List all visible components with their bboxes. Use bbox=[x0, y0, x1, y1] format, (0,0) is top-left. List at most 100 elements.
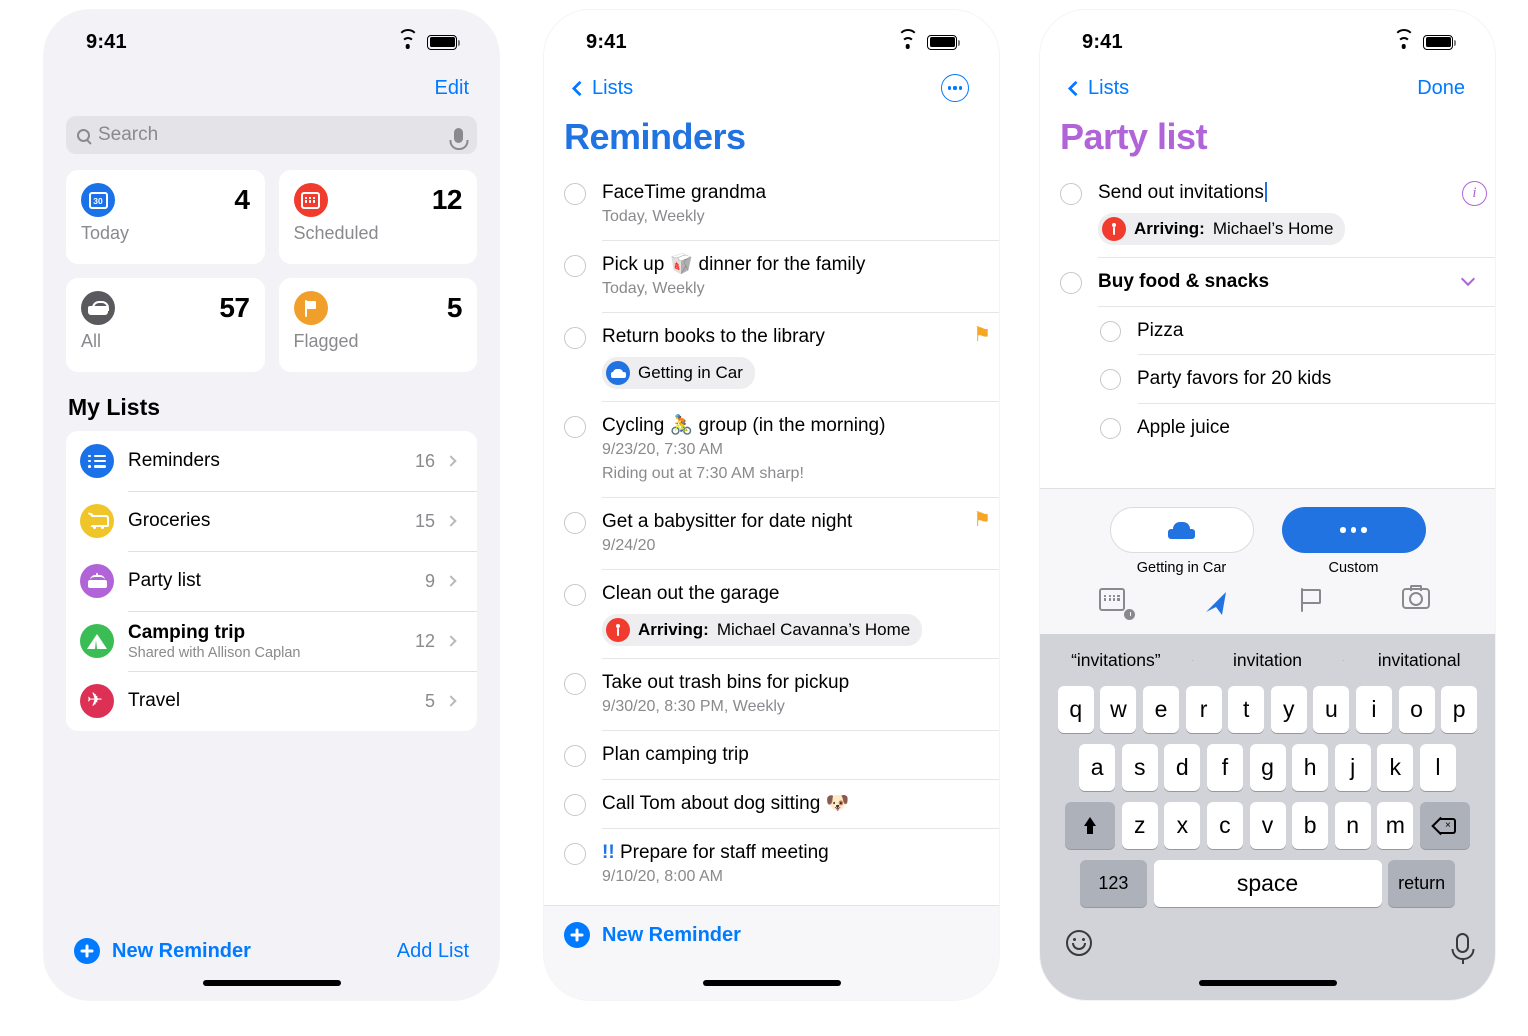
list-item-reminders[interactable]: Reminders 16 bbox=[66, 431, 477, 491]
reminder-row[interactable]: Take out trash bins for pickup 9/30/20, … bbox=[564, 658, 999, 730]
item-chip-arriving[interactable]: Arriving: Michael’s Home bbox=[1098, 213, 1346, 246]
quick-action-custom[interactable]: Custom bbox=[1281, 507, 1426, 576]
complete-checkbox[interactable] bbox=[564, 416, 586, 439]
key-q[interactable]: q bbox=[1057, 686, 1094, 733]
emoji-icon[interactable] bbox=[1066, 930, 1092, 956]
smart-list-today[interactable]: 30 4 Today bbox=[66, 170, 265, 264]
list-item-camping-trip[interactable]: Camping trip Shared with Allison Caplan … bbox=[66, 611, 477, 671]
complete-checkbox[interactable] bbox=[1100, 417, 1121, 439]
key-d[interactable]: d bbox=[1164, 744, 1201, 791]
chevron-down-icon[interactable] bbox=[1460, 270, 1487, 294]
party-item-row-group[interactable]: Buy food & snacks bbox=[1060, 257, 1495, 306]
complete-checkbox[interactable] bbox=[1060, 272, 1082, 295]
reminder-row[interactable]: Call Tom about dog sitting 🐶 bbox=[564, 778, 999, 828]
key-w[interactable]: w bbox=[1100, 686, 1137, 733]
backspace-icon[interactable]: × bbox=[1419, 802, 1470, 849]
back-to-lists-button[interactable]: Lists bbox=[1067, 77, 1129, 100]
space-key[interactable]: space bbox=[1153, 860, 1382, 907]
prediction-1[interactable]: invitation bbox=[1191, 650, 1344, 671]
reminder-row[interactable]: Clean out the garage Arriving: Michael C… bbox=[564, 568, 999, 658]
key-b[interactable]: b bbox=[1292, 802, 1329, 849]
reminder-row[interactable]: !! Prepare for staff meeting 9/10/20, 8:… bbox=[564, 827, 999, 900]
party-subitem-row[interactable]: Apple juice bbox=[1060, 402, 1495, 451]
complete-checkbox[interactable] bbox=[564, 842, 586, 865]
custom-button[interactable] bbox=[1281, 507, 1426, 553]
smart-list-flagged[interactable]: 5 Flagged bbox=[278, 278, 477, 372]
key-f[interactable]: f bbox=[1206, 744, 1243, 791]
key-z[interactable]: z bbox=[1121, 802, 1158, 849]
reminder-row[interactable]: Plan camping trip bbox=[564, 729, 999, 779]
reminder-chip-arriving[interactable]: Arriving: Michael Cavanna’s Home bbox=[602, 614, 923, 647]
reminder-chip-getting-in-car[interactable]: Getting in Car bbox=[602, 357, 755, 390]
getting-in-car-button[interactable] bbox=[1109, 507, 1254, 553]
key-j[interactable]: j bbox=[1334, 744, 1371, 791]
key-g[interactable]: g bbox=[1249, 744, 1286, 791]
key-t[interactable]: t bbox=[1228, 686, 1265, 733]
complete-checkbox[interactable] bbox=[564, 183, 586, 205]
key-n[interactable]: n bbox=[1334, 802, 1371, 849]
location-arrow-icon[interactable] bbox=[1200, 588, 1234, 618]
return-key[interactable]: return bbox=[1388, 860, 1456, 907]
complete-checkbox[interactable] bbox=[564, 583, 586, 606]
home-indicator[interactable] bbox=[1198, 980, 1337, 986]
complete-checkbox[interactable] bbox=[564, 793, 586, 816]
key-o[interactable]: o bbox=[1398, 686, 1435, 733]
complete-checkbox[interactable] bbox=[564, 673, 586, 696]
edit-button[interactable]: Edit bbox=[435, 77, 469, 100]
reminder-row[interactable]: Pick up 🥡 dinner for the family Today, W… bbox=[564, 239, 999, 312]
key-k[interactable]: k bbox=[1377, 744, 1414, 791]
microphone-icon[interactable] bbox=[1456, 933, 1469, 964]
reminder-row[interactable]: Return books to the library Getting in C… bbox=[564, 311, 999, 401]
home-indicator[interactable] bbox=[702, 980, 841, 986]
key-p[interactable]: p bbox=[1441, 686, 1478, 733]
key-h[interactable]: h bbox=[1292, 744, 1329, 791]
smart-list-all[interactable]: 57 All bbox=[66, 278, 265, 372]
search-input[interactable]: Search bbox=[66, 116, 477, 154]
new-reminder-button[interactable]: New Reminder bbox=[74, 938, 251, 964]
done-button[interactable]: Done bbox=[1417, 77, 1465, 100]
key-i[interactable]: i bbox=[1355, 686, 1392, 733]
shift-icon[interactable] bbox=[1065, 802, 1116, 849]
party-subitem-row[interactable]: Pizza bbox=[1060, 306, 1495, 354]
numbers-key[interactable]: 123 bbox=[1079, 860, 1147, 907]
prediction-0[interactable]: “invitations” bbox=[1040, 650, 1192, 671]
party-item-row-editing[interactable]: Send out invitations Arriving: Michael’s… bbox=[1060, 168, 1495, 257]
home-indicator[interactable] bbox=[202, 980, 341, 986]
ellipsis-circle-icon[interactable] bbox=[941, 74, 969, 102]
new-reminder-button[interactable]: New Reminder bbox=[564, 922, 999, 948]
complete-checkbox[interactable] bbox=[564, 744, 586, 767]
reminder-row[interactable]: Cycling 🚴 group (in the morning) 9/23/20… bbox=[564, 401, 999, 497]
info-circle-icon[interactable]: i bbox=[1462, 181, 1487, 206]
flag-outline-icon[interactable] bbox=[1300, 588, 1335, 618]
quick-action-getting-in-car[interactable]: Getting in Car bbox=[1109, 507, 1254, 576]
key-x[interactable]: x bbox=[1164, 802, 1201, 849]
key-y[interactable]: y bbox=[1270, 686, 1307, 733]
complete-checkbox[interactable] bbox=[1100, 369, 1121, 391]
back-to-lists-button[interactable]: Lists bbox=[571, 77, 633, 100]
key-u[interactable]: u bbox=[1313, 686, 1350, 733]
reminder-row[interactable]: FaceTime grandma Today, Weekly bbox=[564, 168, 999, 240]
key-a[interactable]: a bbox=[1079, 744, 1116, 791]
camera-icon[interactable] bbox=[1401, 585, 1436, 618]
party-subitem-row[interactable]: Party favors for 20 kids bbox=[1060, 354, 1495, 402]
key-s[interactable]: s bbox=[1121, 744, 1158, 791]
key-c[interactable]: c bbox=[1206, 802, 1243, 849]
key-e[interactable]: e bbox=[1143, 686, 1180, 733]
complete-checkbox[interactable] bbox=[564, 511, 586, 534]
microphone-icon[interactable] bbox=[454, 127, 463, 143]
key-r[interactable]: r bbox=[1185, 686, 1222, 733]
complete-checkbox[interactable] bbox=[564, 254, 586, 277]
prediction-2[interactable]: invitational bbox=[1343, 650, 1495, 671]
reminder-row[interactable]: Get a babysitter for date night 9/24/20 … bbox=[564, 496, 999, 569]
complete-checkbox[interactable] bbox=[1100, 321, 1121, 343]
list-item-travel[interactable]: ✈ Travel 5 bbox=[66, 671, 477, 731]
complete-checkbox[interactable] bbox=[564, 326, 586, 349]
calendar-clock-icon[interactable] bbox=[1099, 588, 1133, 618]
key-l[interactable]: l bbox=[1419, 744, 1456, 791]
smart-list-scheduled[interactable]: 12 Scheduled bbox=[278, 170, 477, 264]
complete-checkbox[interactable] bbox=[1060, 183, 1082, 205]
key-m[interactable]: m bbox=[1377, 802, 1414, 849]
list-item-party-list[interactable]: Party list 9 bbox=[66, 551, 477, 611]
list-item-groceries[interactable]: Groceries 15 bbox=[66, 491, 477, 551]
item-title-editing[interactable]: Send out invitations bbox=[1098, 181, 1448, 204]
